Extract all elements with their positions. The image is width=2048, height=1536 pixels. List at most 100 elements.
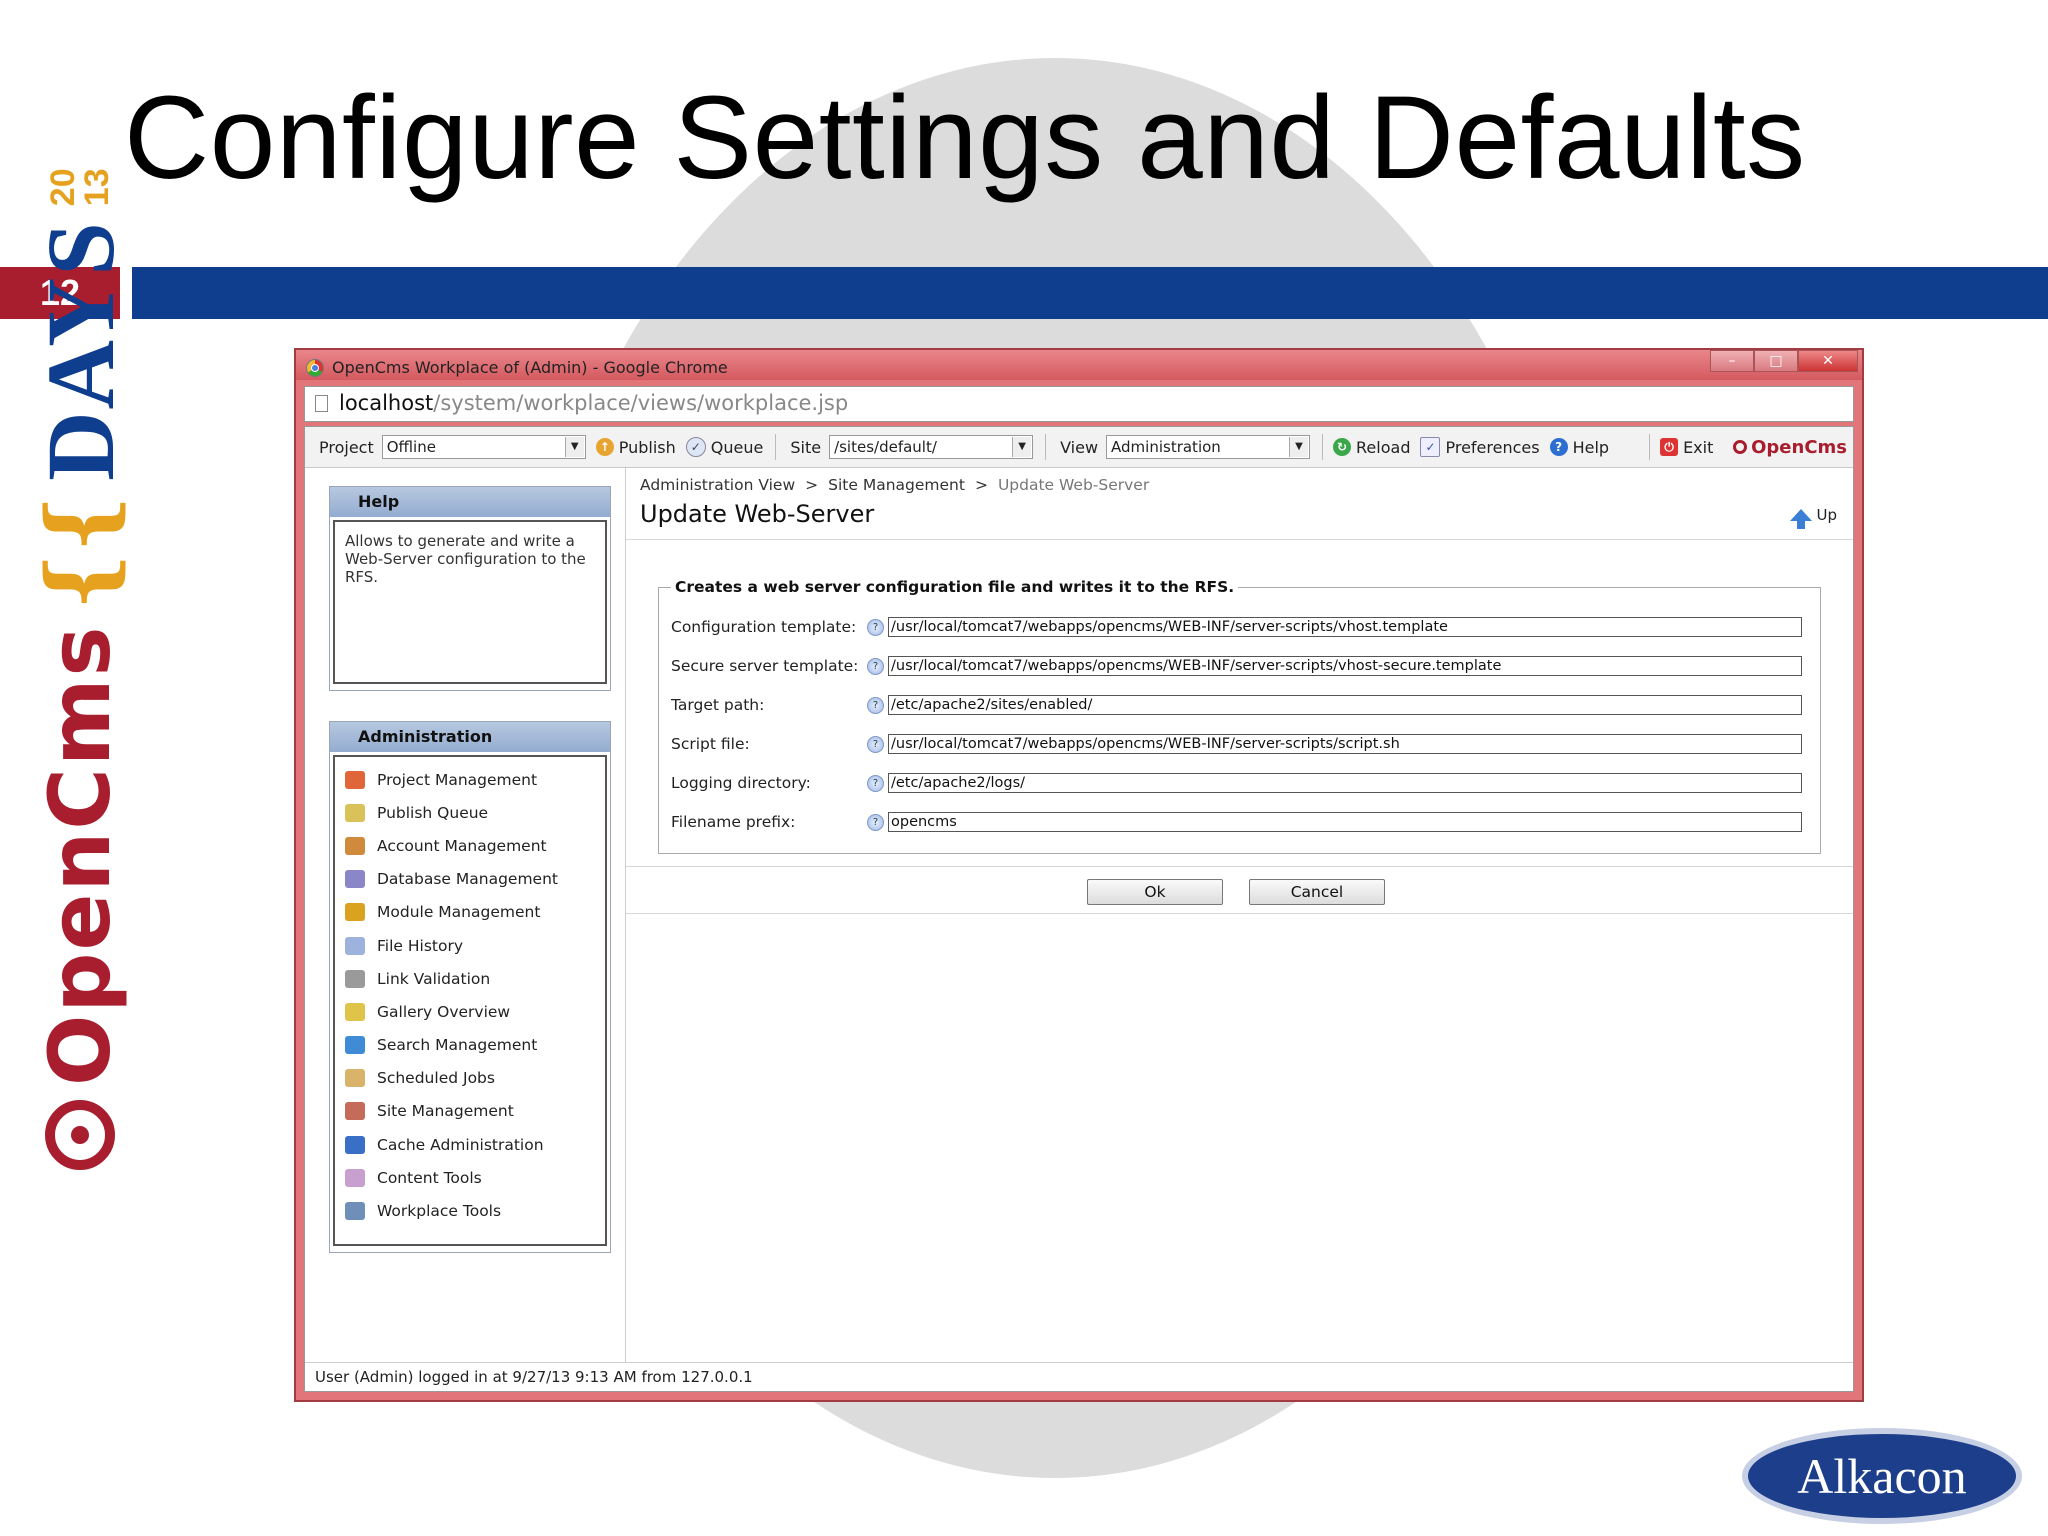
admin-item-publish-queue[interactable]: Publish Queue [335,796,605,829]
side-logo-year: 20 13 [44,168,116,207]
help-icon[interactable]: ? [867,735,884,753]
workplace-tools-icon [345,1202,365,1221]
admin-item-account-management[interactable]: Account Management [335,829,605,862]
help-icon[interactable]: ? [867,618,884,636]
breadcrumb-item[interactable]: Administration View [640,476,795,494]
address-bar[interactable]: localhost/system/workplace/views/workpla… [304,386,1854,422]
admin-item-file-history[interactable]: File History [335,929,605,962]
admin-item-module-management[interactable]: Module Management [335,896,605,929]
up-button[interactable]: Up [1790,506,1837,529]
field-filename-prefix: Filename prefix: ? opencms [671,809,1802,835]
admin-item-project-management[interactable]: Project Management [335,763,605,796]
queue-label: Queue [710,437,764,457]
chrome-icon [306,359,324,377]
breadcrumb-item[interactable]: Site Management [828,476,965,494]
help-icon[interactable]: ? [867,696,884,714]
view-select[interactable]: Administration ▼ [1106,435,1311,459]
minimize-button[interactable]: – [1710,350,1754,372]
field-label: Script file: [671,735,750,753]
admin-item-database-management[interactable]: Database Management [335,863,605,896]
admin-item-label: Scheduled Jobs [377,1069,495,1088]
field-label: Filename prefix: [671,813,796,831]
help-button[interactable]: ? Help [1549,437,1610,457]
divider [626,866,1853,867]
help-icon[interactable]: ? [867,657,884,675]
chevron-down-icon: ▼ [564,437,584,457]
toolbar-separator [1322,434,1324,460]
side-logo-year-top: 20 [44,168,82,207]
window-titlebar: OpenCms Workplace of (Admin) - Google Ch… [296,350,1862,380]
opencms-ring-icon [1733,440,1748,454]
divider [626,539,1853,540]
admin-item-gallery-overview[interactable]: Gallery Overview [335,995,605,1028]
admin-item-label: Gallery Overview [377,1002,511,1021]
reload-button[interactable]: ↻ Reload [1333,438,1410,457]
side-logo-brace: {{ [27,494,133,611]
logging-directory-input[interactable]: /etc/apache2/logs/ [888,773,1802,793]
script-file-input[interactable]: /usr/local/tomcat7/webapps/opencms/WEB-I… [888,734,1802,754]
admin-item-label: Account Management [377,836,547,855]
fieldset-legend: Creates a web server configuration file … [671,578,1239,596]
up-arrow-icon [1790,509,1813,529]
exit-button[interactable]: ⏻ Exit [1660,438,1713,457]
help-icon[interactable]: ? [867,774,884,792]
admin-item-label: Link Validation [377,969,491,988]
field-target-path: Target path: ? /etc/apache2/sites/enable… [671,692,1802,718]
field-secure-server-template: Secure server template: ? /usr/local/tom… [671,653,1802,679]
up-label: Up [1816,506,1837,524]
project-icon [345,770,365,789]
target-path-input[interactable]: /etc/apache2/sites/enabled/ [888,695,1802,715]
field-script-file: Script file: ? /usr/local/tomcat7/webapp… [671,731,1802,757]
opencms-toolbar-logo: OpenCms [1733,437,1847,458]
admin-item-workplace-tools[interactable]: Workplace Tools [335,1194,605,1227]
side-logo-year-bottom: 13 [78,168,116,207]
preferences-icon: ✓ [1420,437,1441,457]
admin-item-link-validation[interactable]: Link Validation [335,962,605,995]
project-select[interactable]: Offline ▼ [381,435,586,459]
url-text[interactable]: localhost/system/workplace/views/workpla… [339,391,848,415]
page-title: Update Web-Server [640,500,875,528]
slide-header-bar [132,267,2048,319]
webserver-fieldset: Creates a web server configuration file … [658,578,1821,854]
toolbar-separator [1649,434,1651,460]
admin-item-content-tools[interactable]: Content Tools [335,1161,605,1194]
breadcrumb-separator: > [805,476,819,494]
site-select-value: /sites/default/ [834,438,937,456]
help-label: Help [1572,437,1610,457]
alkacon-logo: Alkacon [1742,1428,2022,1524]
calendar-icon [345,1069,365,1088]
project-select-value: Offline [386,438,436,456]
help-panel-title: Help [330,487,610,517]
opencms-toolbar-logo-text: OpenCms [1751,436,1847,458]
site-icon [345,1102,365,1121]
publish-icon: ↑ [595,438,614,456]
site-select[interactable]: /sites/default/ ▼ [829,435,1034,459]
admin-item-scheduled-jobs[interactable]: Scheduled Jobs [335,1062,605,1095]
admin-item-cache-administration[interactable]: Cache Administration [335,1128,605,1161]
link-icon [345,969,365,988]
help-icon[interactable]: ? [867,813,884,831]
filename-prefix-input[interactable]: opencms [888,812,1802,832]
workplace-content: Project Offline ▼ ↑ Publish ✓ Queue Site… [304,426,1854,1392]
queue-icon: ✓ [685,437,706,457]
publish-button[interactable]: ↑ Publish [595,438,676,457]
ok-button[interactable]: Ok [1087,879,1223,905]
queue-button[interactable]: ✓ Queue [685,437,764,457]
gallery-icon [345,1002,365,1021]
admin-item-label: Module Management [377,903,541,922]
secure-server-template-input[interactable]: /usr/local/tomcat7/webapps/opencms/WEB-I… [888,656,1802,676]
close-button[interactable]: ✕ [1798,350,1858,372]
admin-item-search-management[interactable]: Search Management [335,1029,605,1062]
admin-item-label: Content Tools [377,1168,482,1187]
configuration-template-input[interactable]: /usr/local/tomcat7/webapps/opencms/WEB-I… [888,617,1802,637]
admin-item-site-management[interactable]: Site Management [335,1095,605,1128]
breadcrumb-separator: > [974,476,988,494]
chevron-down-icon: ▼ [1289,437,1309,457]
cancel-button[interactable]: Cancel [1249,879,1385,905]
maximize-button[interactable]: □ [1754,350,1798,372]
url-path: /system/workplace/views/workplace.jsp [433,391,849,415]
view-label: View [1060,437,1099,457]
help-text: Allows to generate and write a Web-Serve… [345,532,586,586]
preferences-button[interactable]: ✓ Preferences [1420,437,1540,457]
preferences-label: Preferences [1445,437,1540,457]
